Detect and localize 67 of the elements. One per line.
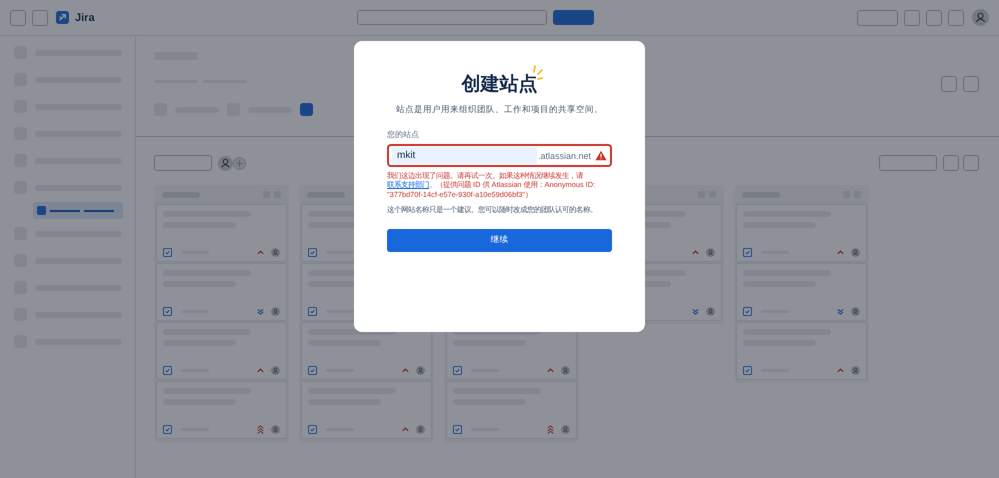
assignee-icon: [271, 248, 280, 257]
toolbar-button[interactable]: [963, 155, 979, 171]
task-icon: [308, 425, 317, 434]
assignee-icon: [271, 307, 280, 316]
toolbar-button[interactable]: [941, 76, 957, 92]
toolbar-button[interactable]: [904, 10, 920, 26]
priority-low-icon: [256, 307, 265, 316]
priority-low-icon: [836, 307, 845, 316]
toolbar-button[interactable]: [963, 76, 979, 92]
assignee-icon: [851, 366, 860, 375]
avatar-icon[interactable]: [972, 9, 990, 26]
task-icon: [453, 366, 462, 375]
assignee-icon: [706, 307, 715, 316]
jira-logo-icon: [56, 11, 69, 24]
create-button[interactable]: [553, 10, 594, 25]
task-icon: [743, 248, 752, 257]
priority-highest-icon: [546, 425, 555, 434]
toolbar-button[interactable]: [943, 155, 959, 171]
apps-button[interactable]: [32, 10, 48, 26]
priority-high-icon: [836, 248, 845, 257]
toolbar-button[interactable]: [948, 10, 964, 26]
menu-button[interactable]: [10, 10, 26, 26]
task-icon: [743, 366, 752, 375]
priority-low-icon: [691, 307, 700, 316]
add-icon[interactable]: [233, 156, 246, 170]
task-icon: [163, 248, 172, 257]
task-icon: [163, 307, 172, 316]
toolbar-button[interactable]: [926, 10, 942, 26]
warning-icon: [595, 150, 607, 161]
dialog-title: 创建站点: [462, 72, 538, 97]
toolbar-button[interactable]: [857, 10, 898, 26]
task-icon: [308, 307, 317, 316]
task-icon: [163, 425, 172, 434]
priority-high-icon: [256, 366, 265, 375]
field-label: 您的站点: [387, 129, 420, 140]
task-icon: [743, 307, 752, 316]
priority-high-icon: [691, 248, 700, 257]
priority-high-icon: [836, 366, 845, 375]
toolbar-button[interactable]: [879, 155, 937, 171]
task-icon: [308, 248, 317, 257]
assignee-icon: [851, 248, 860, 257]
priority-high-icon: [401, 425, 410, 434]
assignee-icon: [416, 425, 425, 434]
priority-high-icon: [401, 366, 410, 375]
sidebar-item[interactable]: [33, 202, 123, 219]
task-icon: [453, 425, 462, 434]
assignee-icon: [706, 248, 715, 257]
priority-high-icon: [546, 366, 555, 375]
task-icon: [308, 366, 317, 375]
app-name: Jira: [75, 12, 95, 24]
avatar-icon[interactable]: [218, 156, 233, 170]
assignee-icon: [271, 425, 280, 434]
task-icon: [163, 366, 172, 375]
priority-highest-icon: [256, 425, 265, 434]
site-input-field[interactable]: mkit .atlassian.net: [387, 144, 612, 167]
assignee-icon: [851, 307, 860, 316]
priority-high-icon: [256, 248, 265, 257]
assignee-icon: [416, 366, 425, 375]
search-field[interactable]: [357, 10, 548, 25]
skeleton-icon: [300, 103, 313, 116]
assignee-icon: [561, 366, 570, 375]
continue-button[interactable]: 继续: [387, 228, 612, 252]
issue-card[interactable]: [301, 322, 432, 380]
filter-field[interactable]: [154, 155, 212, 171]
assignee-icon: [561, 425, 570, 434]
assignee-icon: [271, 366, 280, 375]
dialog-subtitle: 站点是用户用来组织团队、工作和项目的共享空间。: [395, 104, 604, 116]
